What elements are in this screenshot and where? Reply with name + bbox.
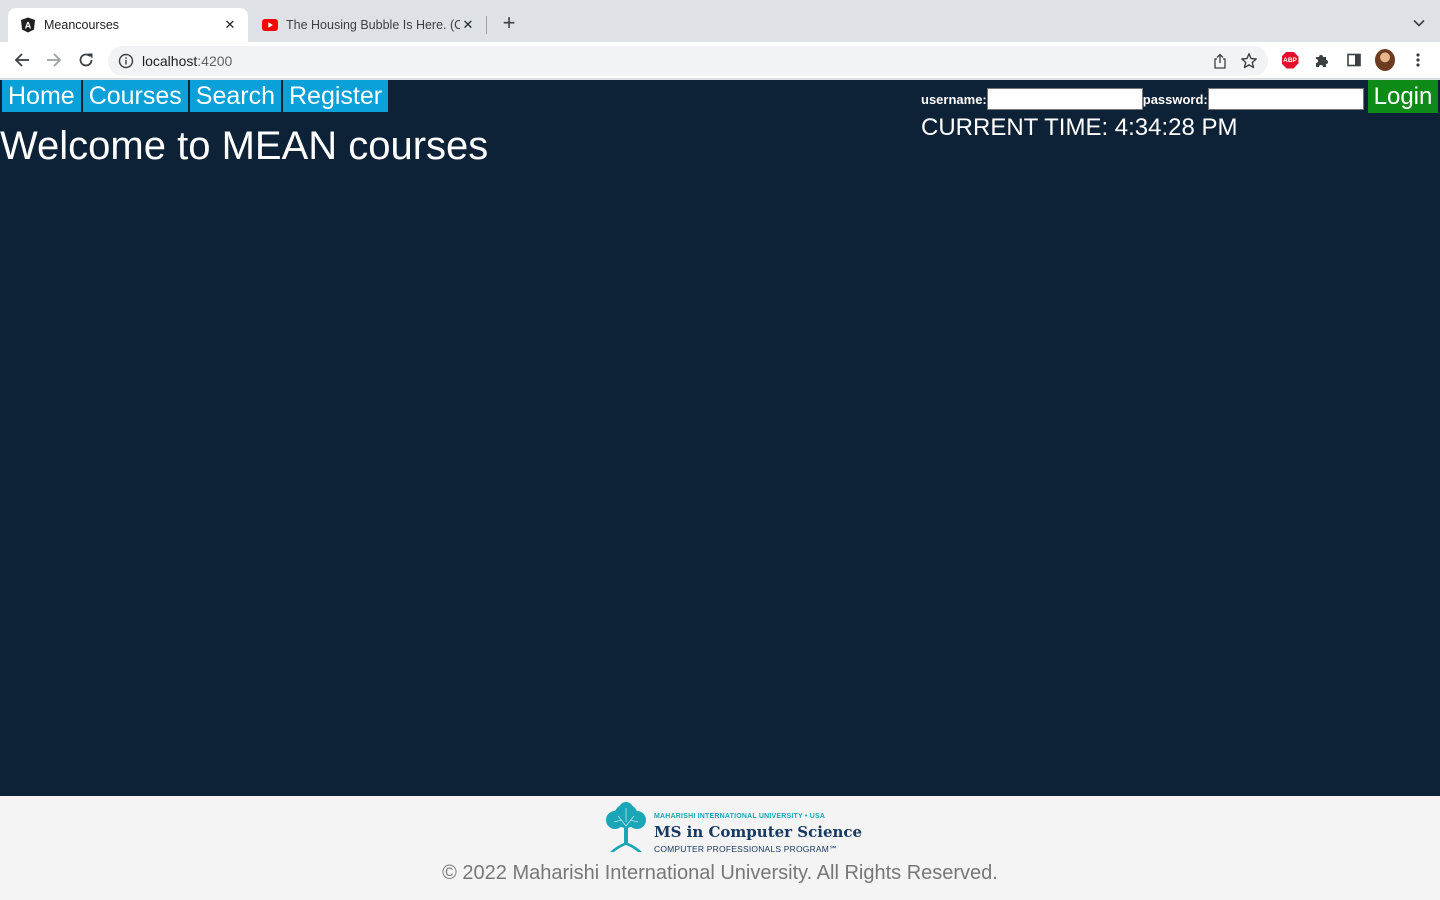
app-page: Home Courses Search Register Welcome to … — [0, 80, 1440, 900]
chevron-down-icon[interactable] — [1412, 16, 1426, 30]
page-footer: MAHARISHI INTERNATIONAL UNIVERSITY • USA… — [0, 796, 1440, 900]
logo-university-text: MAHARISHI INTERNATIONAL UNIVERSITY • USA — [654, 813, 826, 820]
tree-logo-icon — [606, 802, 646, 852]
main-nav: Home Courses Search Register — [2, 80, 389, 112]
username-input[interactable] — [986, 88, 1143, 110]
username-label: username: — [921, 91, 987, 107]
logo-program-subtitle: COMPUTER PROFESSIONALS PROGRAM℠ — [654, 844, 838, 854]
share-icon[interactable] — [1212, 53, 1228, 69]
password-input[interactable] — [1207, 88, 1364, 110]
login-form: username: password: — [921, 88, 1364, 110]
logo-program-title: MS in Computer Science — [654, 823, 863, 841]
url-host: localhost — [142, 53, 198, 69]
profile-avatar[interactable] — [1375, 49, 1395, 71]
nav-home-link[interactable]: Home — [2, 80, 81, 112]
current-time: CURRENT TIME: 4:34:28 PM — [921, 114, 1238, 141]
page-title: Welcome to MEAN courses — [0, 124, 489, 168]
puzzle-icon[interactable] — [1312, 50, 1332, 70]
login-button[interactable]: Login — [1368, 80, 1438, 113]
back-arrow-icon[interactable] — [12, 50, 32, 70]
tab-meancourses[interactable]: A Meancourses ✕ — [8, 8, 248, 42]
password-label: password: — [1142, 91, 1208, 107]
url-port: :4200 — [197, 53, 233, 69]
browser-toolbar: localhost:4200 ABP — [0, 42, 1440, 79]
browser-tabstrip: A Meancourses ✕ The Housing Bubble Is He… — [0, 0, 1440, 42]
close-tab-icon[interactable]: ✕ — [222, 17, 238, 33]
close-tab-icon[interactable]: ✕ — [460, 17, 476, 33]
tab-youtube[interactable]: The Housing Bubble Is Here. (C ✕ — [250, 8, 486, 42]
reload-icon[interactable] — [76, 50, 96, 70]
svg-text:A: A — [25, 21, 32, 31]
url-text: localhost:4200 — [142, 53, 232, 69]
tab-title: The Housing Bubble Is Here. (C — [286, 18, 460, 32]
angular-icon: A — [20, 17, 36, 33]
nav-courses-link[interactable]: Courses — [82, 80, 188, 112]
nav-search-link[interactable]: Search — [189, 80, 281, 112]
tab-separator — [486, 16, 487, 34]
nav-register-link[interactable]: Register — [283, 80, 389, 112]
copyright-text: © 2022 Maharishi International Universit… — [442, 862, 998, 884]
university-logo: MAHARISHI INTERNATIONAL UNIVERSITY • USA… — [602, 802, 862, 854]
tab-title: Meancourses — [44, 18, 120, 32]
new-tab-icon[interactable]: + — [498, 12, 520, 35]
forward-arrow-icon[interactable] — [44, 50, 64, 70]
more-menu-icon[interactable] — [1408, 50, 1428, 70]
address-bar[interactable]: localhost:4200 — [108, 46, 1268, 76]
youtube-icon — [262, 17, 278, 33]
info-icon[interactable] — [118, 53, 134, 69]
adblock-plus-icon[interactable]: ABP — [1280, 50, 1300, 70]
bookmark-star-icon[interactable] — [1240, 52, 1258, 70]
sidepanel-icon[interactable] — [1344, 50, 1364, 70]
